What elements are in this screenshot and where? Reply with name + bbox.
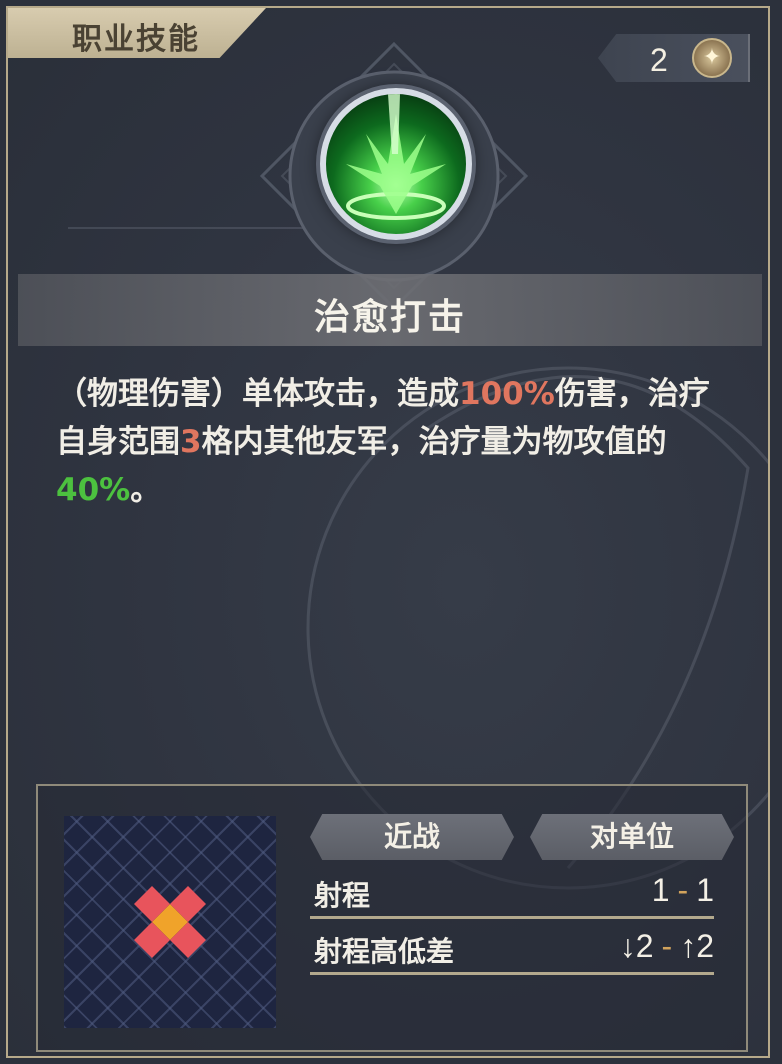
height-diff-value: ↓2- ↑2 <box>620 928 714 965</box>
healing-burst-icon <box>346 94 446 220</box>
range-row: 射程 1-1 <box>310 866 714 919</box>
skill-cost-badge: 2 ✦ <box>598 34 750 82</box>
heal-percent: 40% <box>56 472 131 508</box>
skill-detail-panel: 职业技能 2 ✦ 治愈打击 （物理伤害）单体攻击，造成100%伤害，治疗自身范围… <box>6 6 770 1058</box>
height-down: 2 <box>635 928 654 964</box>
range-min: 1 <box>651 872 670 908</box>
skill-cost-value: 2 <box>650 42 668 78</box>
skill-description: （物理伤害）单体攻击，造成100%伤害，治疗自身范围3格内其他友军，治疗量为物攻… <box>56 370 736 514</box>
height-diff-label: 射程高低差 <box>314 935 455 968</box>
height-separator: - <box>661 928 673 964</box>
skill-info-box: 近战 对单位 射程 1-1 射程高低差 ↓2- ↑2 <box>36 784 748 1052</box>
heal-range-value: 3 <box>180 424 202 460</box>
section-tab-label: 职业技能 <box>72 22 200 57</box>
range-max: 1 <box>696 872 714 908</box>
skill-name: 治愈打击 <box>313 297 466 338</box>
arrow-up-icon: ↑ <box>680 928 697 964</box>
desc-text-1: （物理伤害）单体攻击，造成 <box>56 376 459 412</box>
damage-percent: 100% <box>459 376 555 412</box>
range-diamond-icon <box>134 886 206 958</box>
range-separator: - <box>677 872 689 908</box>
green-healing-strike-icon <box>320 88 472 240</box>
height-diff-row: 射程高低差 ↓2- ↑2 <box>310 922 714 975</box>
range-label: 射程 <box>314 879 371 912</box>
height-up: 2 <box>696 928 714 964</box>
star-gem-icon: ✦ <box>692 38 732 78</box>
skill-title-band: 治愈打击 <box>18 274 762 346</box>
desc-text-3: 格内其他友军，治疗量为物攻值的 <box>201 424 667 460</box>
tag-single-target: 对单位 <box>530 814 734 860</box>
arrow-down-icon: ↓ <box>619 928 636 964</box>
attack-range-grid <box>64 816 276 1028</box>
desc-text-4: 。 <box>130 472 162 508</box>
tag-melee: 近战 <box>310 814 514 860</box>
range-value: 1-1 <box>652 872 714 909</box>
